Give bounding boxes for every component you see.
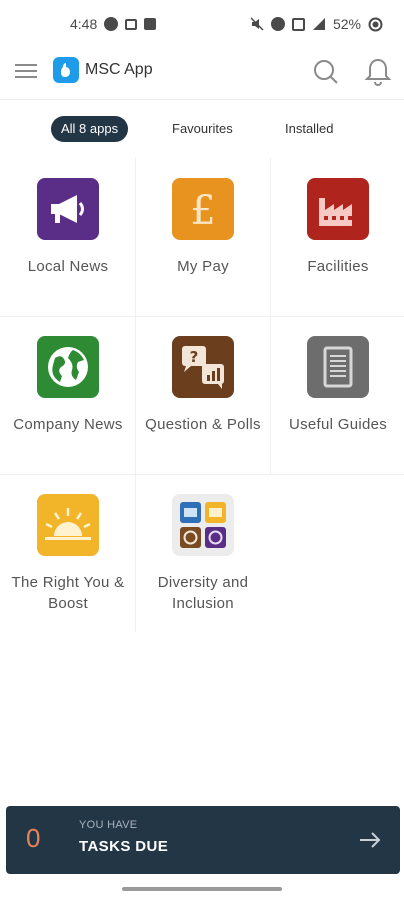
mute-icon — [250, 17, 264, 31]
svg-text:?: ? — [190, 348, 199, 366]
tab-favourites[interactable]: Favourites — [172, 116, 233, 142]
bell-icon[interactable] — [364, 57, 392, 87]
arrow-right-icon — [358, 828, 382, 852]
alarm-icon — [270, 17, 285, 31]
app-tile-company-news[interactable]: Company News — [1, 316, 135, 474]
clock: 4:48 — [70, 16, 98, 32]
app-tile-question-polls[interactable]: ? Question & Polls — [136, 316, 270, 474]
tab-all-apps[interactable]: All 8 apps — [51, 116, 129, 142]
search-icon[interactable] — [312, 58, 340, 86]
document-icon — [307, 336, 369, 398]
app-tile-right-you-boost[interactable]: The Right You & Boost — [1, 474, 135, 632]
app-bar: MSC App — [0, 48, 404, 100]
tasks-due-banner[interactable]: 0 YOU HAVE TASKS DUE — [6, 806, 400, 874]
app-label: The Right You & Boost — [11, 574, 125, 612]
signal-icon — [312, 17, 326, 31]
app-title: MSC App — [85, 61, 153, 78]
image-icon — [144, 18, 157, 30]
home-indicator[interactable] — [122, 887, 282, 891]
app-label: Company News — [13, 416, 123, 433]
status-right: 52% — [250, 16, 383, 32]
app-logo — [53, 57, 79, 83]
battery-icon — [368, 17, 383, 32]
app-label: Useful Guides — [288, 416, 388, 433]
app-label: Question & Polls — [145, 416, 261, 433]
battery-percent: 52% — [332, 16, 361, 32]
app-tile-local-news[interactable]: Local News — [1, 158, 135, 316]
app-label: Diversity and Inclusion — [157, 574, 249, 612]
app-label: Local News — [27, 258, 109, 275]
globe-icon — [37, 336, 99, 398]
notification-icon — [125, 18, 138, 30]
tab-installed[interactable]: Installed — [285, 116, 333, 142]
app-label: Facilities — [307, 258, 369, 275]
svg-text:£: £ — [190, 188, 215, 234]
tasks-count: 0 — [26, 823, 41, 853]
status-bar: 4:48 52% — [0, 0, 404, 48]
poll-icon: ? — [172, 336, 234, 398]
tasks-title: TASKS DUE — [79, 838, 169, 855]
diversity-icon — [172, 494, 234, 556]
data-saver-icon — [291, 17, 305, 31]
tasks-subtitle: YOU HAVE — [79, 819, 138, 831]
status-left: 4:48 — [70, 16, 157, 32]
pound-icon: £ — [172, 178, 234, 240]
app-tile-my-pay[interactable]: £ My Pay — [136, 158, 270, 316]
hamburger-menu-icon[interactable] — [15, 60, 39, 84]
megaphone-icon — [37, 178, 99, 240]
app-tile-facilities[interactable]: Facilities — [271, 158, 404, 316]
sunrise-icon — [37, 494, 99, 556]
factory-icon — [307, 178, 369, 240]
sync-icon — [104, 17, 119, 31]
app-label: My Pay — [177, 258, 229, 275]
filter-tabs: All 8 apps Favourites Installed — [0, 116, 404, 144]
app-tile-diversity-inclusion[interactable]: Diversity and Inclusion — [136, 474, 270, 632]
app-tile-useful-guides[interactable]: Useful Guides — [271, 316, 404, 474]
